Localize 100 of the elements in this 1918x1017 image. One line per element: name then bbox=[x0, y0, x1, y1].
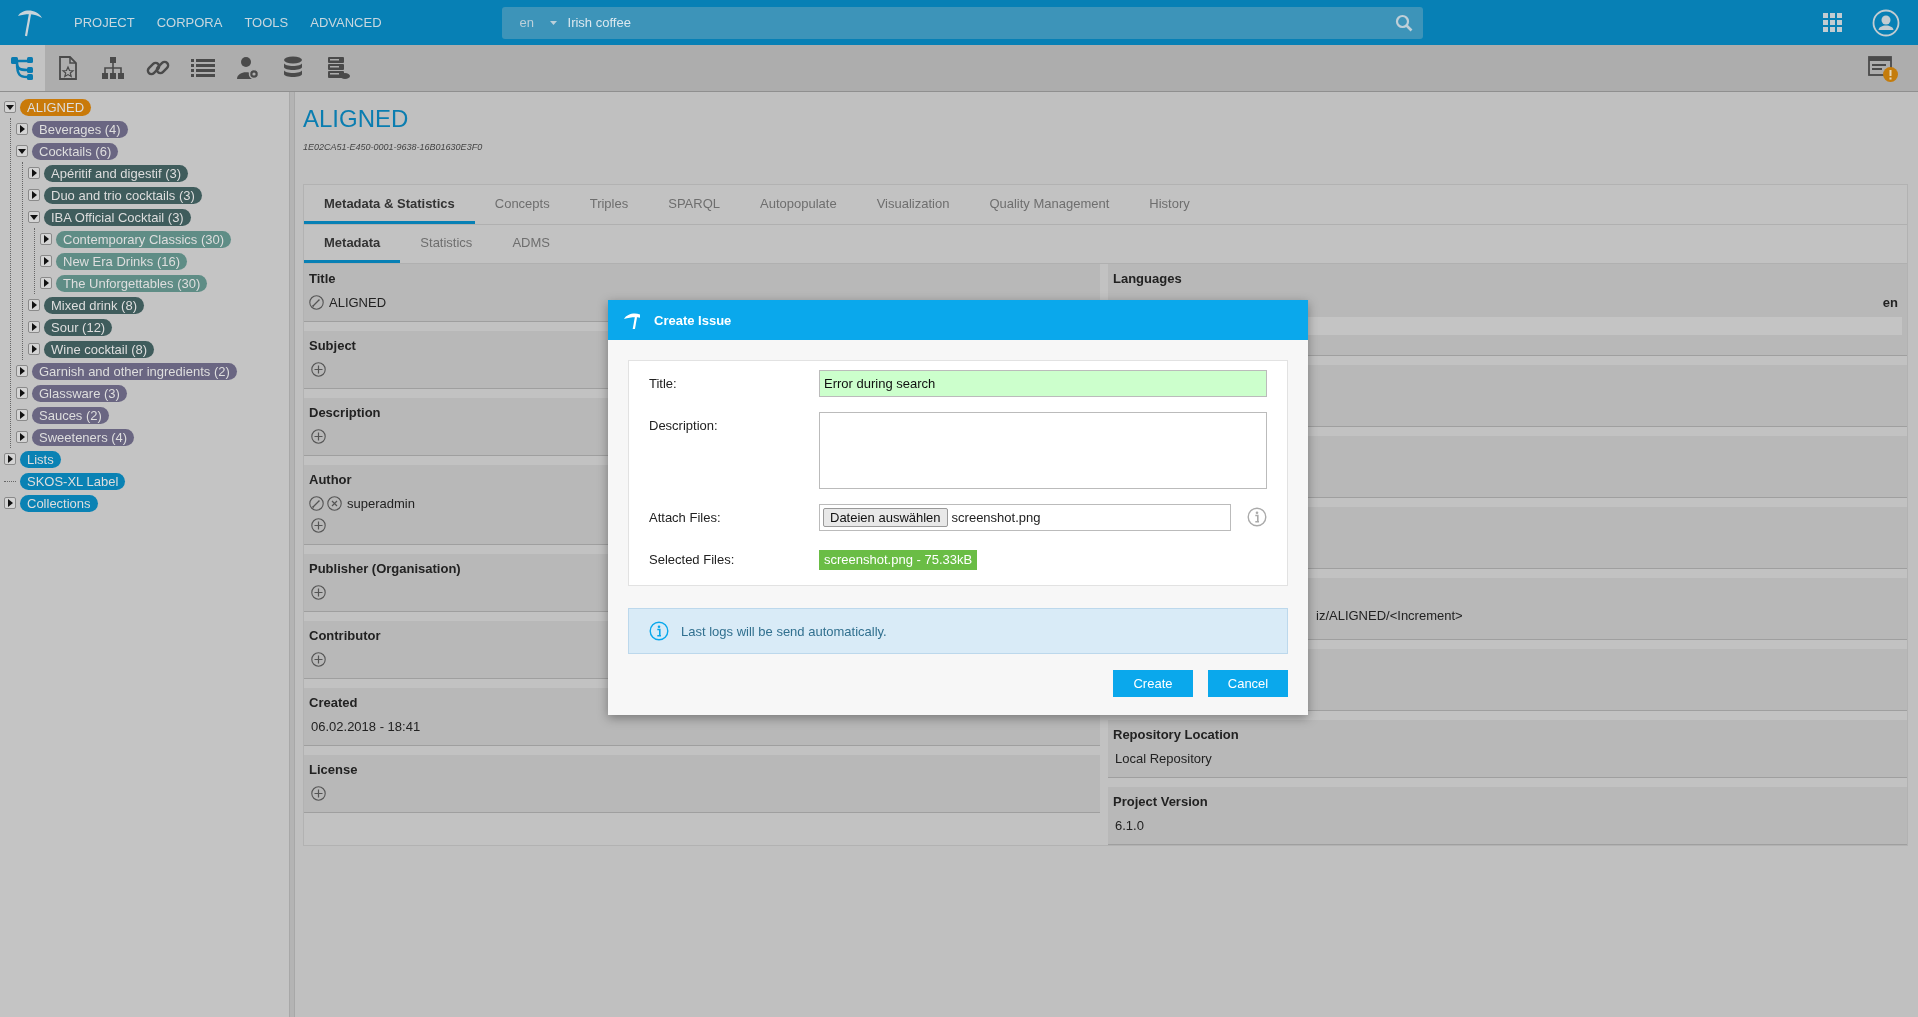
caret-down-icon bbox=[18, 148, 26, 154]
tree-node[interactable]: Mixed drink (8) bbox=[44, 296, 144, 314]
field-value: ALIGNED bbox=[329, 294, 387, 310]
section-label: Repository Location bbox=[1113, 726, 1239, 744]
section-label: Subject bbox=[309, 337, 356, 355]
caret-right-icon bbox=[31, 345, 37, 353]
caret-right-icon bbox=[43, 235, 49, 243]
concept-id: 1E02CA51-E450-0001-9638-16B01630E3F0 bbox=[303, 142, 484, 152]
expand-toggle[interactable] bbox=[16, 431, 28, 443]
form-label: Title: bbox=[649, 375, 678, 393]
expand-toggle[interactable] bbox=[40, 255, 52, 267]
cancel-button[interactable]: Cancel bbox=[1208, 670, 1288, 697]
create-button[interactable]: Create bbox=[1113, 670, 1193, 697]
tree-node[interactable]: The Unforgettables (30) bbox=[56, 274, 208, 292]
choose-file-button[interactable]: Dateien auswählen bbox=[823, 508, 948, 527]
nav-link[interactable]: CORPORA bbox=[156, 15, 223, 30]
edit-icon bbox=[309, 294, 324, 310]
caret-right-icon bbox=[19, 411, 25, 419]
caret-right-icon bbox=[31, 323, 37, 331]
tree-node[interactable]: ALIGNED bbox=[20, 98, 92, 116]
tab[interactable]: Concepts bbox=[474, 185, 570, 224]
expand-toggle[interactable] bbox=[28, 189, 40, 201]
search-field[interactable]: Irish coffee bbox=[567, 15, 1395, 30]
collapse-toggle[interactable] bbox=[16, 145, 28, 157]
expand-toggle[interactable] bbox=[4, 453, 16, 465]
add-icon bbox=[311, 651, 326, 667]
expand-toggle[interactable] bbox=[28, 167, 40, 179]
expand-toggle[interactable] bbox=[16, 387, 28, 399]
field-value: 6.1.0 bbox=[1115, 817, 1144, 833]
warning-icon bbox=[1883, 67, 1898, 82]
file-field[interactable]: Dateien auswählen screenshot.png bbox=[819, 504, 1231, 531]
collapse-toggle[interactable] bbox=[28, 211, 40, 223]
expand-toggle[interactable] bbox=[40, 233, 52, 245]
tree-node[interactable]: Cocktails (6) bbox=[32, 142, 119, 160]
expand-toggle[interactable] bbox=[28, 299, 40, 311]
caret-right-icon bbox=[43, 257, 49, 265]
edit-icon bbox=[309, 495, 324, 511]
section-label: Title bbox=[309, 270, 336, 288]
user-settings-icon bbox=[234, 55, 261, 81]
caret-down-icon bbox=[30, 214, 38, 220]
language-code: en bbox=[1882, 294, 1898, 310]
tab[interactable]: Triples bbox=[569, 185, 649, 224]
tab[interactable]: Autopopulate bbox=[740, 185, 857, 224]
tab[interactable]: SPARQL bbox=[648, 185, 740, 224]
notifications-button[interactable] bbox=[1866, 54, 1898, 82]
apps-grid-icon bbox=[1823, 13, 1842, 32]
tree-node[interactable]: Sauces (2) bbox=[32, 406, 109, 424]
caret-right-icon bbox=[7, 455, 13, 463]
expand-toggle[interactable] bbox=[40, 277, 52, 289]
tree-node[interactable]: Collections bbox=[20, 494, 98, 512]
nav-link[interactable]: TOOLS bbox=[244, 15, 289, 30]
expand-toggle[interactable] bbox=[28, 321, 40, 333]
section-label: Author bbox=[309, 471, 352, 489]
tree-node[interactable]: SKOS-XL Label bbox=[20, 472, 126, 490]
caret-right-icon bbox=[19, 367, 25, 375]
form-label: Attach Files: bbox=[649, 509, 722, 527]
tab[interactable]: Visualization bbox=[856, 185, 970, 224]
tab[interactable]: Quality Management bbox=[969, 185, 1130, 224]
tab[interactable]: ADMS bbox=[492, 225, 570, 263]
tree-node[interactable]: New Era Drinks (16) bbox=[56, 252, 188, 270]
section-label: License bbox=[309, 761, 358, 779]
tree-node[interactable]: Apéritif and digestif (3) bbox=[44, 164, 189, 182]
tree-node[interactable]: Duo and trio cocktails (3) bbox=[44, 186, 202, 204]
tab[interactable]: Statistics bbox=[400, 225, 493, 263]
expand-toggle[interactable] bbox=[16, 409, 28, 421]
caret-right-icon bbox=[19, 389, 25, 397]
add-icon bbox=[311, 584, 326, 600]
nav-link[interactable]: PROJECT bbox=[74, 15, 135, 30]
section-label: Project Version bbox=[1113, 793, 1208, 811]
tree-node[interactable]: IBA Official Cocktail (3) bbox=[44, 208, 191, 226]
language-dropdown[interactable]: en bbox=[519, 15, 568, 30]
field-value: Local Repository bbox=[1115, 750, 1212, 766]
expand-toggle[interactable] bbox=[16, 123, 28, 135]
expand-toggle[interactable] bbox=[4, 497, 16, 509]
tree-node[interactable]: Contemporary Classics (30) bbox=[56, 230, 232, 248]
title-input[interactable]: Error during search bbox=[819, 370, 1267, 397]
tree-node[interactable]: Sweeteners (4) bbox=[32, 428, 135, 446]
expand-toggle[interactable] bbox=[28, 343, 40, 355]
tab[interactable]: History bbox=[1129, 185, 1210, 224]
caret-right-icon bbox=[7, 499, 13, 507]
tab[interactable]: Metadata & Statistics bbox=[304, 185, 475, 224]
tree-node[interactable]: Wine cocktail (8) bbox=[44, 340, 155, 358]
tree-node[interactable]: Glassware (3) bbox=[32, 384, 127, 402]
collapse-toggle[interactable] bbox=[4, 101, 16, 113]
caret-right-icon bbox=[19, 125, 25, 133]
notifications-list-icon bbox=[1868, 56, 1892, 76]
toolbar-button[interactable] bbox=[0, 45, 45, 91]
tree-node[interactable]: Sour (12) bbox=[44, 318, 113, 336]
caret-right-icon bbox=[31, 191, 37, 199]
dialog-title: Create Issue bbox=[654, 312, 732, 328]
expand-toggle[interactable] bbox=[16, 365, 28, 377]
section-label: Created bbox=[309, 694, 358, 712]
nav-link[interactable]: ADVANCED bbox=[310, 15, 382, 30]
tree-node[interactable]: Beverages (4) bbox=[32, 120, 128, 138]
tree-node[interactable]: Lists bbox=[20, 450, 61, 468]
field-value: superadmin bbox=[347, 495, 415, 511]
tree-node[interactable]: Garnish and other ingredients (2) bbox=[32, 362, 237, 380]
remove-icon bbox=[327, 495, 342, 511]
search-bar[interactable]: en Irish coffee bbox=[501, 6, 1423, 39]
description-input[interactable] bbox=[819, 412, 1267, 489]
